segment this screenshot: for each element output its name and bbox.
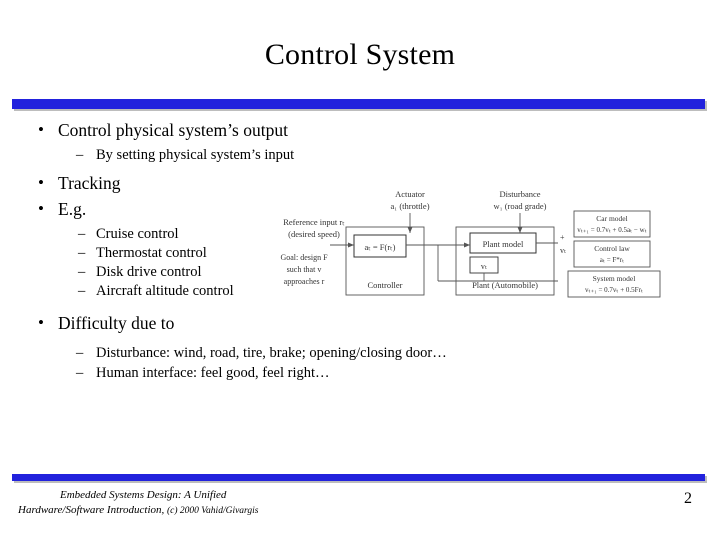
accent-rule-top [12,99,705,109]
subbullet-human-interface: Human interface: feel good, feel right… [18,364,708,382]
diagram-reference-label-2: (desired speed) [288,229,340,239]
diagram-car-model-title: Car model [596,214,627,223]
page-number: 2 [684,490,692,507]
diagram-reference-label-1: Reference input rₜ [283,217,345,227]
footer-line-2: Hardware/Software Introduction, (c) 2000… [18,503,578,518]
diagram-control-law-title: Control law [594,244,630,253]
diagram-system-model-eq: vₜ₊₁ = 0.7vₜ + 0.5Frₜ [585,286,643,294]
footer-line-1: Embedded Systems Design: A Unified [60,489,227,501]
footer: Embedded Systems Design: A Unified Hardw… [18,488,578,518]
accent-rule-bottom [12,474,705,481]
diagram-goal-label-1: Goal: design F [280,253,328,262]
page-title: Control System [264,38,456,71]
diagram-disturbance-label-2: w₁ (road grade) [494,201,547,211]
control-system-diagram: Actuator a₁ (throttle) Disturbance w₁ (r… [258,185,706,325]
subbullet-by-setting-input: By setting physical system’s input [18,146,708,164]
diagram-actuator-label-2: a₁ (throttle) [390,201,429,211]
diagram-goal-label-3: approaches r [284,277,325,286]
diagram-plant-box-label: Plant model [483,239,524,249]
footer-line-2-rest: (c) 2000 Vahid/Givargis [167,505,259,516]
slide: Control System Control physical system’s… [0,0,720,540]
bullet-control-physical-output: Control physical system’s output [18,119,708,142]
diagram-actuator-label-1: Actuator [395,189,425,199]
subbullet-disturbance: Disturbance: wind, road, tire, brake; op… [18,344,708,362]
footer-line-2-main: Hardware/Software Introduction, [18,503,165,516]
diagram-controller-box-label: Controller [368,280,403,290]
diagram-output-symbol: vₜ [560,246,566,255]
diagram-car-model-eq: vₜ₊₁ = 0.7vₜ + 0.5aₜ − wₜ [577,226,646,234]
diagram-control-law-eq: aₜ = F*rₜ [600,256,624,264]
diagram-sum-symbol: + [560,233,565,242]
diagram-plant-inner-label: vₜ [481,262,487,271]
diagram-formula-box-label: aₜ = F(rₜ) [364,242,395,252]
diagram-goal-label-2: such that v [287,265,322,274]
diagram-system-model-title: System model [593,274,636,283]
diagram-disturbance-label-1: Disturbance [499,189,540,199]
diagram-plant-auto-box-label: Plant (Automobile) [472,280,538,290]
